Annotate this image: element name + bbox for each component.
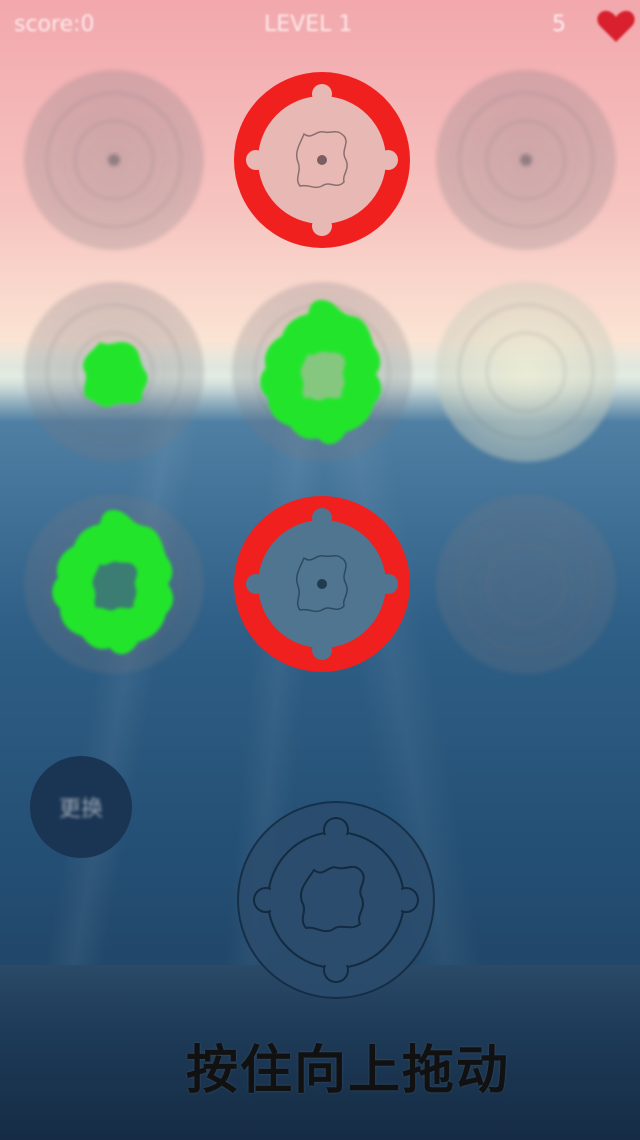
slot-r0-c2[interactable]	[436, 70, 616, 250]
slot-r0-c0[interactable]	[24, 70, 204, 250]
swap-button[interactable]: 更换	[30, 756, 132, 858]
slot-r0-c1-red-ring[interactable]	[232, 70, 412, 250]
slot-r2-c2[interactable]	[436, 494, 616, 674]
slot-r2-c0-green-piece[interactable]	[48, 506, 178, 660]
slot-center-dot	[108, 154, 120, 166]
drag-hint-text: 按住向上拖动	[185, 1041, 510, 1101]
lives-count: 5	[552, 12, 566, 37]
slot-r1-c0-green-piece[interactable]	[78, 336, 152, 410]
score-label: score:0	[14, 12, 95, 37]
level-label: LEVEL 1	[264, 12, 353, 37]
slot-r1-c1-green-piece[interactable]	[256, 296, 386, 450]
top-bar: score:0 LEVEL 1 5	[0, 0, 640, 50]
heart-icon	[597, 10, 635, 42]
slot-r2-c1-red-ring[interactable]	[232, 494, 412, 674]
swap-button-label: 更换	[58, 797, 103, 822]
gear-disc-icon[interactable]	[236, 800, 436, 1000]
slot-center-dot	[520, 154, 532, 166]
slot-r1-c2[interactable]	[436, 282, 616, 462]
